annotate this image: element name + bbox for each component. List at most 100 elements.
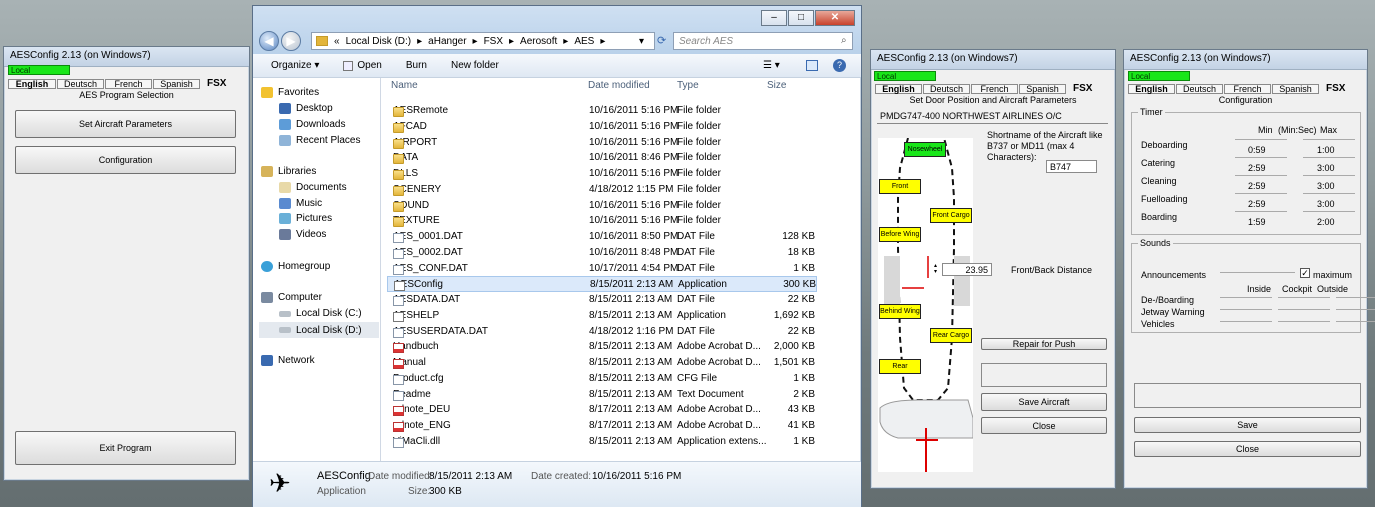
lang-spanish-button[interactable]: Spanish (1272, 83, 1319, 94)
sound-cockpit-slider[interactable] (1278, 309, 1330, 314)
search-input[interactable]: Search AES (673, 32, 853, 50)
file-row[interactable]: AIRPORT 10/16/2011 5:16 PM File folder (387, 135, 817, 151)
file-row[interactable]: Readme 8/15/2011 2:13 AM Text Document 2 KB (387, 387, 817, 403)
lang-english-button[interactable]: English (1128, 83, 1175, 94)
close-button[interactable]: Close (1134, 441, 1361, 457)
address-dropdown-icon[interactable]: ▾ (639, 36, 644, 47)
lang-deutsch-button[interactable]: Deutsch (1176, 83, 1223, 94)
new-folder-button[interactable]: New folder (451, 60, 499, 71)
door-rear-cargo-button[interactable]: Rear Cargo (930, 328, 972, 343)
set-aircraft-parameters-button[interactable]: Set Aircraft Parameters (15, 110, 236, 138)
sound-inside-slider[interactable] (1220, 321, 1272, 326)
file-row[interactable]: Manual 8/15/2011 2:13 AM Adobe Acrobat D..… (387, 355, 817, 371)
file-row[interactable]: relnote_ENG 8/17/2011 2:13 AM Adobe Acroba… (387, 418, 817, 434)
nav-homegroup[interactable]: Homegroup (261, 261, 330, 272)
file-row[interactable]: AESHELP 8/15/2011 2:13 AM Application 1,692… (387, 308, 817, 324)
sound-cockpit-slider[interactable] (1278, 297, 1330, 302)
file-row[interactable]: AES_0001.DAT 10/16/2011 8:50 PM DAT File 12… (387, 229, 817, 245)
lang-english-button[interactable]: English (8, 78, 56, 89)
repair-for-push-button[interactable]: Repair for Push (981, 338, 1107, 350)
nav-favorites[interactable]: Favorites (261, 87, 319, 98)
aircraft-name-field[interactable]: PMDG747-400 NORTHWEST AIRLINES O/C (877, 110, 1108, 124)
nav-videos[interactable]: Videos (279, 229, 326, 240)
sound-outside-slider[interactable] (1336, 321, 1375, 326)
file-row[interactable]: AES_0002.DAT 10/16/2011 8:48 PM DAT File 18… (387, 245, 817, 261)
announcements-slider[interactable] (1220, 272, 1295, 278)
nav-recent-places[interactable]: Recent Places (279, 135, 360, 146)
shortname-input[interactable]: B747 (1046, 160, 1097, 173)
breadcrumb-disk-d[interactable]: Local Disk (D:) (346, 36, 412, 47)
nav-documents[interactable]: Documents (279, 182, 347, 193)
sound-outside-slider[interactable] (1336, 309, 1375, 314)
front-back-distance-input[interactable]: 23.95 (942, 263, 992, 276)
door-front-cargo-button[interactable]: Front Cargo (930, 208, 972, 223)
refresh-icon[interactable]: ⟳ (657, 34, 666, 47)
lang-deutsch-button[interactable]: Deutsch (923, 83, 970, 94)
breadcrumb-overflow[interactable]: « (334, 36, 340, 47)
door-before-wing-button[interactable]: Before Wing (879, 227, 921, 242)
nav-libraries[interactable]: Libraries (261, 166, 316, 177)
door-rear-button[interactable]: Rear (879, 359, 921, 374)
breadcrumb-ahanger[interactable]: aHanger (428, 36, 466, 47)
view-options-icon[interactable]: ☰ ▾ (763, 60, 780, 71)
open-button[interactable]: Open (343, 60, 382, 71)
file-row[interactable]: AESDATA.DAT 8/15/2011 2:13 AM DAT File 22 K… (387, 292, 817, 308)
file-row[interactable]: AESConfig 8/15/2011 2:13 AM Application 300… (387, 276, 817, 292)
file-row[interactable]: relnote_DEU 8/17/2011 2:13 AM Adobe Acroba… (387, 402, 817, 418)
file-row[interactable]: SCENERY 4/18/2012 1:15 PM File folder (387, 182, 817, 198)
minimize-button[interactable]: – (761, 10, 787, 26)
lang-french-button[interactable]: French (1224, 83, 1271, 94)
exit-program-button[interactable]: Exit Program (15, 431, 236, 465)
lang-french-button[interactable]: French (971, 83, 1018, 94)
lang-deutsch-button[interactable]: Deutsch (57, 78, 104, 89)
column-header-name[interactable]: Name (391, 80, 418, 91)
file-row[interactable]: AESRemote 10/16/2011 5:16 PM File folder (387, 103, 817, 119)
save-aircraft-button[interactable]: Save Aircraft (981, 393, 1107, 411)
back-arrow-icon[interactable]: ◀ (259, 31, 279, 51)
lang-french-button[interactable]: French (105, 78, 152, 89)
breadcrumb-fsx[interactable]: FSX (484, 36, 503, 47)
door-nosewheel-button[interactable]: Nosewheel (904, 142, 946, 157)
preview-pane-icon[interactable] (806, 60, 818, 71)
maximize-button[interactable]: □ (788, 10, 814, 26)
column-header-type[interactable]: Type (677, 80, 699, 91)
address-bar[interactable]: « Local Disk (D:) ▸ aHanger ▸ FSX ▸ Aerosof… (311, 32, 655, 50)
file-row[interactable]: DATA 10/16/2011 8:46 PM File folder (387, 150, 817, 166)
sound-inside-slider[interactable] (1220, 297, 1272, 302)
breadcrumb-aerosoft[interactable]: Aerosoft (520, 36, 557, 47)
nav-computer[interactable]: Computer (261, 292, 322, 303)
nav-local-disk-d[interactable]: Local Disk (D:) (259, 322, 379, 338)
nav-music[interactable]: Music (279, 198, 322, 209)
nav-local-disk-c[interactable]: Local Disk (C:) (279, 308, 362, 319)
sound-outside-slider[interactable] (1336, 297, 1375, 302)
lang-spanish-button[interactable]: Spanish (1019, 83, 1066, 94)
file-row[interactable]: AES_CONF.DAT 10/17/2011 4:54 PM DAT File 1 … (387, 261, 817, 277)
nav-network[interactable]: Network (261, 355, 315, 366)
file-row[interactable]: DLLS 10/16/2011 5:16 PM File folder (387, 166, 817, 182)
lang-english-button[interactable]: English (875, 83, 922, 94)
file-row[interactable]: AESUSERDATA.DAT 4/18/2012 1:16 PM DAT File… (387, 324, 817, 340)
help-icon[interactable]: ? (833, 59, 846, 72)
lang-spanish-button[interactable]: Spanish (153, 78, 200, 89)
file-row[interactable]: ViMaCli.dll 8/15/2011 2:13 AM Application … (387, 434, 817, 450)
file-row[interactable]: AFCAD 10/16/2011 5:16 PM File folder (387, 119, 817, 135)
column-header-size[interactable]: Size (767, 80, 786, 91)
distance-stepper-icon[interactable]: ▴ ▾ (934, 263, 937, 275)
sound-cockpit-slider[interactable] (1278, 321, 1330, 326)
forward-arrow-icon[interactable]: ▶ (281, 31, 301, 51)
nav-downloads[interactable]: Downloads (279, 119, 345, 130)
close-button[interactable]: ✕ (815, 10, 855, 26)
file-row[interactable]: Product.cfg 8/15/2011 2:13 AM CFG File 1 KB (387, 371, 817, 387)
maximum-checkbox[interactable]: ✓ (1300, 268, 1310, 278)
close-button[interactable]: Close (981, 417, 1107, 434)
sound-inside-slider[interactable] (1220, 309, 1272, 314)
door-behind-wing-button[interactable]: Behind Wing (879, 304, 921, 319)
organize-menu[interactable]: Organize ▾ (271, 60, 319, 71)
burn-button[interactable]: Burn (406, 60, 427, 71)
nav-desktop[interactable]: Desktop (279, 103, 333, 114)
column-header-date[interactable]: Date modified (588, 80, 650, 91)
save-button[interactable]: Save (1134, 417, 1361, 433)
configuration-button[interactable]: Configuration (15, 146, 236, 174)
file-row[interactable]: SOUND 10/16/2011 5:16 PM File folder (387, 198, 817, 214)
nav-pictures[interactable]: Pictures (279, 213, 332, 224)
